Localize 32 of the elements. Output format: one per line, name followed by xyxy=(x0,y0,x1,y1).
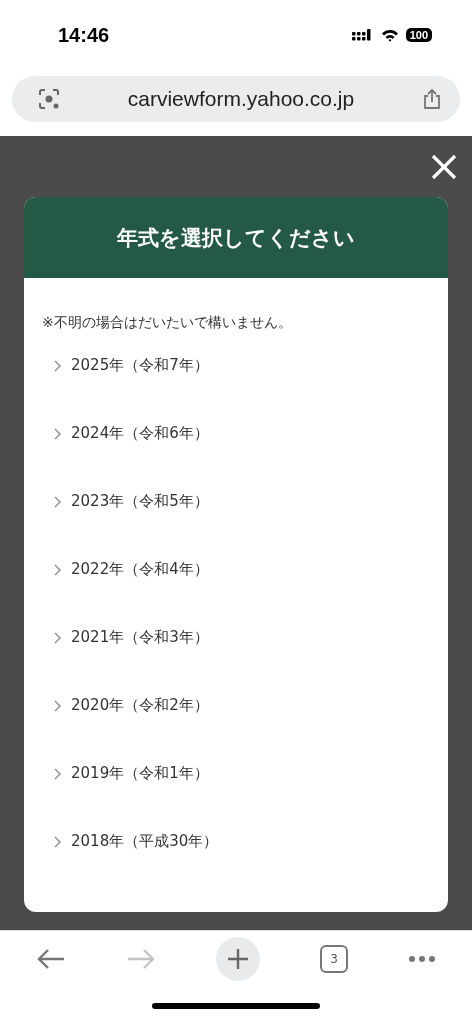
battery-indicator: 100 xyxy=(405,28,432,42)
share-icon[interactable] xyxy=(422,88,442,110)
chevron-icon xyxy=(54,496,61,508)
plus-icon xyxy=(227,948,249,970)
more-icon[interactable] xyxy=(408,955,436,963)
tab-count-button[interactable]: 3 xyxy=(320,945,348,973)
year-option[interactable]: 2024年（令和6年） xyxy=(42,424,430,492)
chevron-icon xyxy=(54,564,61,576)
status-time: 14:46 xyxy=(58,23,110,47)
year-option[interactable]: 2022年（令和4年） xyxy=(42,560,430,628)
year-option[interactable]: 2018年（平成30年） xyxy=(42,832,430,900)
chevron-icon xyxy=(54,836,61,848)
modal-title: 年式を選択してください xyxy=(117,224,355,252)
close-icon[interactable] xyxy=(430,152,458,181)
address-bar[interactable]: carviewform.yahoo.co.jp xyxy=(12,76,460,122)
chevron-icon xyxy=(54,632,61,644)
chevron-icon xyxy=(54,768,61,780)
year-option[interactable]: 2021年（令和3年） xyxy=(42,628,430,696)
year-option[interactable]: 2025年（令和7年） xyxy=(42,356,430,424)
signal-icon xyxy=(351,29,374,41)
chevron-icon xyxy=(54,360,61,372)
chevron-icon xyxy=(54,700,61,712)
wifi-icon xyxy=(380,28,399,42)
back-icon[interactable] xyxy=(36,948,66,970)
camera-icon[interactable] xyxy=(38,88,60,110)
new-tab-button[interactable] xyxy=(216,937,260,981)
year-option[interactable]: 2019年（令和1年） xyxy=(42,764,430,832)
chevron-icon xyxy=(54,428,61,440)
year-option[interactable]: 2023年（令和5年） xyxy=(42,492,430,560)
year-option[interactable]: 2020年（令和2年） xyxy=(42,696,430,764)
note-text: ※不明の場合はだいたいで構いません。 xyxy=(42,314,293,332)
url-text[interactable]: carviewform.yahoo.co.jp xyxy=(127,87,355,111)
